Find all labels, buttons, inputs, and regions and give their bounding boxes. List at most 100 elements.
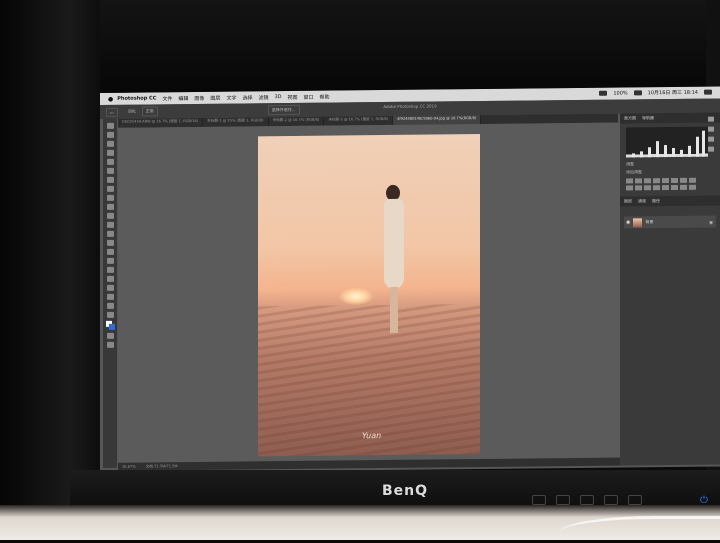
- panel-dock-icons: [708, 116, 714, 152]
- gradient-tool-icon[interactable]: [106, 230, 114, 237]
- monitor-button[interactable]: [556, 495, 570, 505]
- marquee-tool-icon[interactable]: [106, 131, 114, 138]
- selective-color-icon[interactable]: [689, 184, 696, 190]
- path-select-tool-icon[interactable]: [106, 275, 114, 282]
- histogram-bar: [672, 147, 675, 158]
- hue-saturation-icon[interactable]: [671, 177, 678, 184]
- zoom-tool-icon[interactable]: [106, 302, 114, 309]
- menubar-status-area: 100% 10月16日 周三 18:14: [599, 89, 712, 97]
- color-balance-icon[interactable]: [680, 177, 687, 183]
- histogram-bar: [680, 149, 683, 157]
- blur-tool-icon[interactable]: [106, 239, 114, 246]
- layer-row[interactable]: ◉ 背景 ▣: [624, 215, 716, 229]
- color-lookup-icon[interactable]: [644, 185, 651, 191]
- exposure-icon[interactable]: [653, 178, 660, 184]
- monitor-button[interactable]: [604, 495, 618, 505]
- menubar-clock[interactable]: 10月16日 周三 18:14: [648, 89, 698, 97]
- layer-name[interactable]: 背景: [645, 219, 653, 225]
- brush-tool-icon[interactable]: [106, 194, 114, 201]
- tab-histogram[interactable]: 直方图: [624, 115, 636, 121]
- image-canvas[interactable]: Yuan: [258, 134, 480, 457]
- quick-mask-icon[interactable]: [106, 332, 114, 339]
- more-tools-icon[interactable]: [106, 311, 114, 318]
- frame-tool-icon[interactable]: [106, 167, 114, 174]
- monitor-button[interactable]: [628, 495, 642, 505]
- healing-brush-tool-icon[interactable]: [106, 185, 114, 192]
- photo-filter-icon[interactable]: [626, 185, 633, 191]
- zoom-level[interactable]: 16.67%: [122, 465, 136, 469]
- channel-mixer-icon[interactable]: [635, 185, 642, 191]
- pen-tool-icon[interactable]: [106, 257, 114, 264]
- visibility-eye-icon[interactable]: ◉: [626, 219, 630, 225]
- histogram-bar: [640, 151, 643, 158]
- swatches-panel-icon[interactable]: [708, 136, 714, 142]
- person-legs: [390, 286, 398, 333]
- type-tool-icon[interactable]: [106, 266, 114, 273]
- layer-thumbnail[interactable]: [633, 217, 643, 227]
- search-icon[interactable]: [704, 89, 712, 95]
- monitor-hood-top: [0, 0, 720, 98]
- crop-tool-icon[interactable]: [106, 158, 114, 165]
- menu-help[interactable]: 帮助: [320, 93, 330, 100]
- threshold-icon[interactable]: [671, 184, 678, 191]
- black-white-icon[interactable]: [689, 177, 696, 183]
- dodge-tool-icon[interactable]: [106, 248, 114, 255]
- tab-navigator[interactable]: 导航器: [642, 115, 654, 121]
- histogram-bar: [656, 141, 659, 158]
- tab-paths[interactable]: 路径: [652, 198, 660, 204]
- apple-icon[interactable]: ●: [108, 95, 113, 102]
- battery-icon[interactable]: [633, 90, 642, 96]
- adjustments-label: 调整: [626, 161, 634, 167]
- history-panel-icon[interactable]: [708, 116, 714, 122]
- monitor-button[interactable]: [532, 495, 546, 505]
- document-workspace[interactable]: Yuan: [118, 122, 620, 463]
- menu-window[interactable]: 窗口: [304, 93, 314, 100]
- clone-stamp-tool-icon[interactable]: [106, 203, 114, 210]
- menu-filter[interactable]: 滤镜: [258, 94, 268, 101]
- invert-icon[interactable]: [653, 185, 660, 191]
- menu-select[interactable]: 选择: [242, 94, 252, 101]
- gradient-map-icon[interactable]: [680, 184, 687, 190]
- menu-edit[interactable]: 编辑: [178, 95, 188, 102]
- brushes-panel-icon[interactable]: [708, 146, 714, 152]
- menu-app-name[interactable]: Photoshop CC: [117, 95, 156, 101]
- menu-type[interactable]: 文字: [226, 94, 236, 101]
- color-swatches[interactable]: [105, 320, 115, 330]
- tab-layers[interactable]: 图层: [624, 198, 632, 204]
- photographer-signature: Yuan: [362, 431, 382, 441]
- monitor-button[interactable]: [580, 495, 594, 505]
- wifi-icon[interactable]: [599, 90, 608, 96]
- eyedropper-tool-icon[interactable]: [106, 176, 114, 183]
- levels-icon[interactable]: [635, 178, 642, 184]
- sun-glow: [338, 287, 374, 306]
- histogram-bar: [696, 136, 699, 157]
- lock-icon[interactable]: ▣: [709, 219, 713, 224]
- right-panels: 直方图 导航器 调整 添加调整 图层 通道 路径 ◉ 背景 ▣: [620, 112, 720, 466]
- curves-icon[interactable]: [644, 178, 651, 184]
- tab-channels[interactable]: 通道: [638, 198, 646, 204]
- menu-layer[interactable]: 图层: [210, 94, 220, 101]
- brightness-contrast-icon[interactable]: [626, 178, 633, 184]
- quick-select-tool-icon[interactable]: [106, 149, 114, 156]
- hand-tool-icon[interactable]: [106, 293, 114, 300]
- move-tool-icon[interactable]: [106, 122, 114, 129]
- histogram-bar: [664, 145, 667, 158]
- menu-image[interactable]: 图像: [194, 94, 204, 101]
- posterize-icon[interactable]: [662, 185, 669, 191]
- vibrance-icon[interactable]: [662, 178, 669, 184]
- properties-panel-icon[interactable]: [708, 126, 714, 132]
- menu-view[interactable]: 视图: [288, 93, 298, 100]
- menu-file[interactable]: 文件: [162, 95, 172, 102]
- lasso-tool-icon[interactable]: [106, 140, 114, 147]
- histogram-bar: [702, 130, 705, 157]
- monitor-hood-left: [0, 0, 100, 540]
- shape-tool-icon[interactable]: [106, 284, 114, 291]
- screen-mode-icon[interactable]: [106, 341, 114, 348]
- adjustment-buttons: [626, 177, 714, 191]
- document-size[interactable]: 文档:71.5M/71.5M: [146, 464, 178, 469]
- background-color-swatch[interactable]: [108, 323, 115, 330]
- history-brush-tool-icon[interactable]: [106, 212, 114, 219]
- menu-3d[interactable]: 3D: [274, 94, 281, 100]
- eraser-tool-icon[interactable]: [106, 221, 114, 228]
- monitor-screen: ● Photoshop CC 文件 编辑 图像 图层 文字 选择 滤镜 3D 视…: [100, 86, 720, 473]
